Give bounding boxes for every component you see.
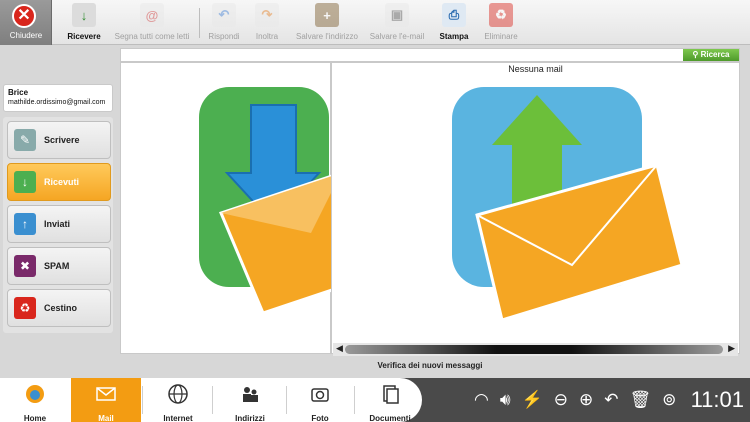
inbox-illustration <box>199 87 386 315</box>
forward-icon: ↷ <box>255 3 279 27</box>
dock-label: Internet <box>163 414 193 422</box>
clock: 11:01 <box>690 387 744 412</box>
status-text: Verifica dei nuovi messaggi <box>377 361 483 370</box>
search-input[interactable]: ⚲ Ricerca <box>120 48 740 62</box>
folder-label: Inviati <box>44 219 71 229</box>
mark-all-read-label: Segna tutti come letti <box>114 32 190 41</box>
folder-sent[interactable]: ↑ Inviati <box>7 205 111 243</box>
reply-label: Rispondi <box>208 32 240 41</box>
folder-label: SPAM <box>44 261 70 271</box>
scroll-left-icon[interactable]: ◀ <box>336 343 343 354</box>
folder-inbox[interactable]: ↓ Ricevuti <box>7 163 111 201</box>
app-dock: Home Mail Internet Indirizzi Foto Docume… <box>0 378 422 422</box>
save-address-button[interactable]: + Salvare l'indirizzo <box>292 3 362 43</box>
folder-label: Cestino <box>44 303 78 313</box>
account-name: Brice <box>8 88 29 97</box>
print-label: Stampa <box>439 32 469 41</box>
delete-label: Eliminare <box>484 32 518 41</box>
dock-label: Documenti <box>369 414 411 422</box>
account-card: Brice mathilde.ordissimo@gmail.com <box>3 84 113 112</box>
printer-icon: ⎙ <box>442 3 466 27</box>
dock-separator <box>142 386 143 414</box>
save-address-label: Salvare l'indirizzo <box>296 32 358 41</box>
dock-separator <box>212 386 213 414</box>
reply-icon: ↶ <box>212 3 236 27</box>
forward-label: Inoltra <box>255 32 279 41</box>
inbox-icon: ↓ <box>14 171 36 193</box>
print-button[interactable]: ⎙ Stampa <box>438 3 470 43</box>
search-button-label: Ricerca <box>700 50 730 59</box>
dock-label: Mail <box>98 414 114 422</box>
trash-icon: ♻ <box>14 297 36 319</box>
receive-label: Ricevere <box>67 32 101 41</box>
dock-addresses[interactable]: Indirizzi <box>218 378 282 422</box>
globe-icon <box>168 384 188 404</box>
dock-separator <box>286 386 287 414</box>
dock-documents[interactable]: Documenti <box>360 378 420 422</box>
dock-home[interactable]: Home <box>5 378 65 422</box>
folder-label: Scrivere <box>44 135 80 145</box>
folder-list: ✎ Scrivere ↓ Ricevuti ↑ Inviati ✖ SPAM ♻… <box>3 117 113 333</box>
dock-label: Indirizzi <box>235 414 265 422</box>
horizontal-scrollbar[interactable]: ◀ ▶ <box>333 343 738 356</box>
folder-trash[interactable]: ♻ Cestino <box>7 289 111 327</box>
scroll-track[interactable] <box>345 345 723 354</box>
reply-button[interactable]: ↶ Rispondi <box>206 3 242 43</box>
close-icon: ✕ <box>12 4 36 28</box>
folder-compose[interactable]: ✎ Scrivere <box>7 121 111 159</box>
close-button[interactable]: ✕ Chiudere <box>0 0 52 45</box>
save-email-button[interactable]: ▣ Salvare l'e-mail <box>368 3 426 43</box>
envelope-icon <box>96 387 116 401</box>
delete-button[interactable]: ♻ Eliminare <box>482 3 520 43</box>
dock-label: Home <box>23 414 47 422</box>
dock-photos[interactable]: Foto <box>292 378 348 422</box>
toolbar: ✕ Chiudere ↓ Ricevere @ Segna tutti come… <box>0 0 750 45</box>
scroll-right-icon[interactable]: ▶ <box>728 343 735 354</box>
home-icon <box>26 385 44 403</box>
taskbar: Home Mail Internet Indirizzi Foto Docume… <box>0 378 750 422</box>
forward-button[interactable]: ↷ Inoltra <box>252 3 282 43</box>
mark-all-read-button[interactable]: @ Segna tutti come letti <box>111 3 193 43</box>
contacts-icon <box>243 387 258 402</box>
camera-icon <box>311 388 329 402</box>
trash-icon: ♻ <box>489 3 513 27</box>
volume-icon[interactable]: 🔊︎ <box>500 390 511 410</box>
address-book-icon: + <box>315 3 339 27</box>
close-label: Chiudere <box>9 31 43 40</box>
mark-read-icon: @ <box>140 3 164 27</box>
save-email-label: Salvare l'e-mail <box>369 32 425 41</box>
battery-charging-icon[interactable]: ⚡ <box>522 390 543 410</box>
search-button[interactable]: ⚲ Ricerca <box>683 49 739 61</box>
account-email: mathilde.ordissimo@gmail.com <box>8 99 106 106</box>
wifi-icon[interactable]: ◠ <box>474 390 489 410</box>
dock-label: Foto <box>311 414 329 422</box>
spam-trash-icon: ✖ <box>14 255 36 277</box>
message-list-panel[interactable] <box>120 62 386 354</box>
dock-mail[interactable]: Mail <box>71 378 141 422</box>
folder-spam[interactable]: ✖ SPAM <box>7 247 111 285</box>
folder-label: Ricevuti <box>44 177 80 187</box>
search-icon: ⚲ <box>692 50 699 59</box>
message-view-panel: Nessuna mail <box>331 62 740 354</box>
documents-icon <box>383 385 399 404</box>
compose-icon: ✎ <box>14 129 36 151</box>
no-mail-text: Nessuna mail <box>508 64 563 74</box>
dock-separator <box>354 386 355 414</box>
sent-illustration <box>452 87 684 322</box>
zoom-out-icon[interactable]: ⊖ <box>554 390 568 410</box>
trash-can-icon[interactable]: 🗑︎ <box>629 390 651 410</box>
system-tray: ◠ 🔊︎ ⚡ ⊖ ⊕ ↶ 🗑︎ ⊚ <box>474 378 687 422</box>
sent-icon: ↑ <box>14 213 36 235</box>
back-icon[interactable]: ↶ <box>604 390 618 410</box>
dock-internet[interactable]: Internet <box>148 378 208 422</box>
save-email-icon: ▣ <box>385 3 409 27</box>
toolbar-separator <box>199 8 200 38</box>
zoom-in-icon[interactable]: ⊕ <box>579 390 593 410</box>
help-lifebuoy-icon[interactable]: ⊚ <box>662 390 676 410</box>
receive-button[interactable]: ↓ Ricevere <box>64 3 104 43</box>
receive-mail-icon: ↓ <box>72 3 96 27</box>
